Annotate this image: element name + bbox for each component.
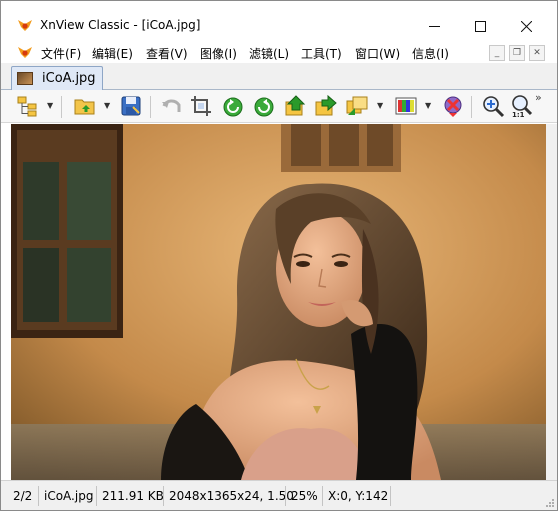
toolbar-separator: [150, 96, 151, 118]
close-image-icon: [444, 96, 462, 117]
adjust-colors-icon: [395, 97, 417, 115]
previous-image-icon: [285, 95, 306, 116]
status-cursor-position: X:0, Y:142: [328, 489, 389, 503]
menu-filter[interactable]: 滤镜(L): [249, 45, 289, 62]
menu-bar: 文件(F) 编辑(E) 查看(V) 图像(I) 滤镜(L) 工具(T) 窗口(W…: [1, 41, 557, 63]
status-separator: [322, 486, 323, 506]
adjust-colors-button[interactable]: [394, 94, 418, 118]
tab-icoa-jpg[interactable]: iCoA.jpg: [11, 66, 103, 90]
document-system-menu-icon[interactable]: [17, 45, 33, 59]
image-viewport[interactable]: [11, 124, 546, 480]
rotate-left-button[interactable]: [221, 94, 245, 118]
mdi-close-icon: ✕: [533, 48, 541, 58]
maximize-icon: [474, 20, 486, 32]
close-image-button[interactable]: [441, 94, 465, 118]
tab-label: iCoA.jpg: [42, 71, 96, 86]
zoom-actual-size-icon: 1:1: [512, 95, 533, 118]
next-image-button[interactable]: [314, 94, 338, 118]
resize-grip-icon[interactable]: [545, 498, 555, 508]
vertical-scrollbar[interactable]: [546, 124, 557, 480]
slideshow-button[interactable]: [345, 94, 369, 118]
status-separator: [390, 486, 391, 506]
xnview-window: XnView Classic - [iCoA.jpg] 文件(F) 编辑(E) …: [0, 0, 558, 511]
rotate-right-button[interactable]: [252, 94, 276, 118]
document-tab-strip: iCoA.jpg: [1, 63, 557, 90]
adjust-colors-dropdown-icon[interactable]: ▼: [425, 102, 433, 110]
slideshow-dropdown-icon[interactable]: ▼: [377, 102, 385, 110]
menu-info[interactable]: 信息(I): [412, 45, 449, 62]
rotate-left-icon: [223, 97, 243, 117]
mdi-close-button[interactable]: ✕: [529, 45, 545, 61]
title-bar[interactable]: XnView Classic - [iCoA.jpg]: [1, 1, 557, 41]
zoom-in-button[interactable]: [481, 94, 505, 118]
slideshow-icon: [346, 96, 368, 115]
status-separator: [163, 486, 164, 506]
browser-button[interactable]: [16, 94, 40, 118]
toolbar-separator: [61, 96, 62, 118]
status-zoom: 25%: [291, 489, 318, 503]
status-filesize: 211.91 KB: [102, 489, 164, 503]
status-image-index: 2/2: [13, 489, 33, 503]
image-thumbnail-icon: [17, 72, 33, 85]
crop-button[interactable]: [189, 94, 213, 118]
menu-file[interactable]: 文件(F): [41, 45, 81, 62]
close-icon: [520, 20, 532, 32]
menu-view[interactable]: 查看(V): [146, 45, 188, 62]
undo-icon: [162, 99, 181, 112]
mdi-minimize-button[interactable]: _: [489, 45, 505, 61]
save-disk-icon: [121, 96, 141, 116]
displayed-image: [11, 124, 546, 480]
open-dropdown-icon[interactable]: ▼: [104, 102, 112, 110]
mdi-restore-icon: ❐: [512, 48, 522, 58]
minimize-button[interactable]: [411, 11, 457, 41]
main-toolbar: ▼ ▼ ▼ ▼ 1:1 »: [1, 90, 557, 123]
status-bar: 2/2 iCoA.jpg 211.91 KB 2048x1365x24, 1.5…: [1, 480, 557, 510]
save-button[interactable]: [119, 94, 143, 118]
status-separator: [38, 486, 39, 506]
open-button[interactable]: [73, 94, 97, 118]
next-image-icon: [315, 94, 337, 116]
rotate-right-icon: [254, 97, 274, 117]
status-separator: [96, 486, 97, 506]
zoom-actual-size-button[interactable]: 1:1: [510, 94, 534, 118]
menu-window[interactable]: 窗口(W): [355, 45, 400, 62]
open-folder-icon: [74, 99, 95, 115]
xnview-logo-icon: [18, 20, 32, 31]
menu-edit[interactable]: 编辑(E): [92, 45, 133, 62]
browser-dropdown-icon[interactable]: ▼: [47, 102, 55, 110]
browser-tree-icon: [17, 96, 37, 117]
mdi-minimize-icon: _: [494, 48, 500, 58]
toolbar-separator: [471, 96, 472, 118]
minimize-icon: [428, 25, 440, 27]
menu-tools[interactable]: 工具(T): [301, 45, 342, 62]
zoom-in-icon: [483, 96, 505, 118]
status-separator: [285, 486, 286, 506]
status-filename: iCoA.jpg: [44, 489, 94, 503]
menu-image[interactable]: 图像(I): [200, 45, 237, 62]
undo-button[interactable]: [160, 94, 184, 118]
status-dimensions: 2048x1365x24, 1.50: [169, 489, 294, 503]
maximize-button[interactable]: [457, 11, 503, 41]
window-title: XnView Classic - [iCoA.jpg]: [40, 18, 201, 32]
previous-image-button[interactable]: [284, 94, 308, 118]
svg-text:1:1: 1:1: [512, 111, 525, 118]
close-button[interactable]: [503, 11, 549, 41]
toolbar-overflow-icon[interactable]: »: [535, 91, 542, 104]
mdi-restore-button[interactable]: ❐: [509, 45, 525, 61]
crop-icon: [191, 96, 211, 116]
